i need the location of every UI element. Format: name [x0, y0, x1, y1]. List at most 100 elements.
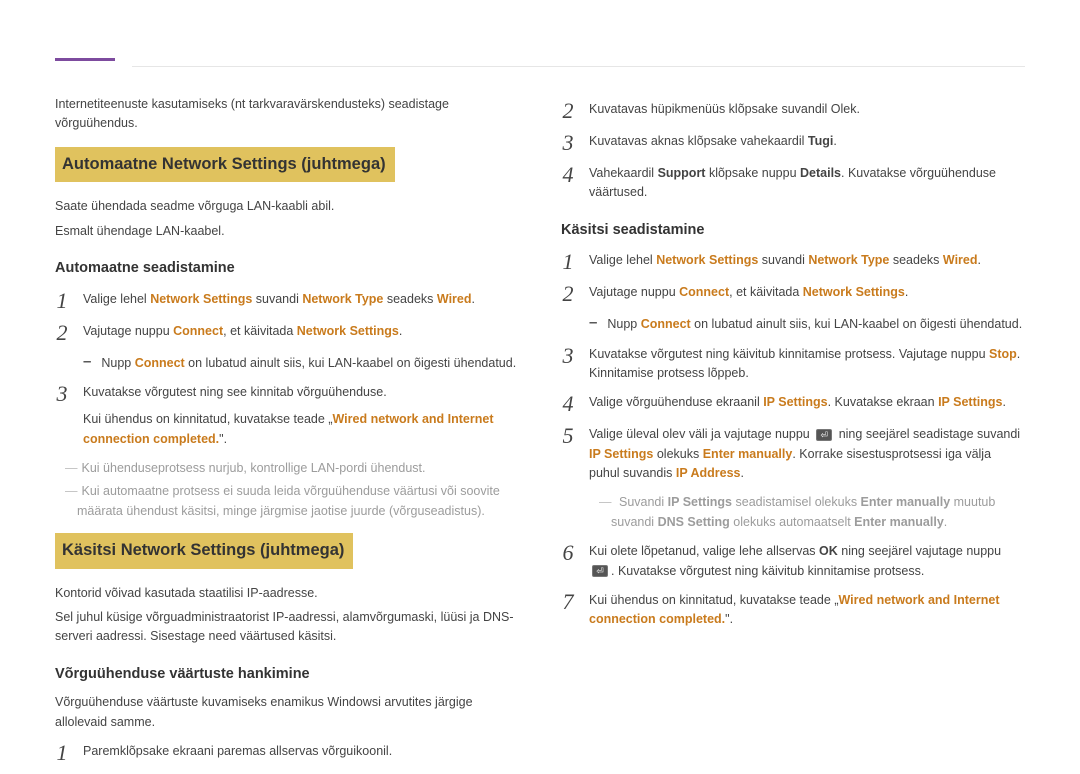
dash-icon: – — [83, 354, 91, 373]
text: Kontorid võivad kasutada staatilisi IP-a… — [55, 584, 519, 603]
t: ". — [219, 432, 227, 446]
left-column: Internetiteenuste kasutamiseks (nt tarkv… — [55, 90, 519, 774]
hl: Wired — [437, 292, 472, 306]
hl: Network Settings — [656, 253, 758, 267]
t: ning seejärel vajutage nuppu — [838, 544, 1001, 558]
hl: Enter manually — [703, 447, 793, 461]
step-body: Valige lehel Network Settings suvandi Ne… — [83, 290, 519, 309]
t: . — [905, 285, 908, 299]
enter-icon: ⏎ — [592, 565, 608, 577]
hl: Network Settings — [803, 285, 905, 299]
step-number: 4 — [561, 393, 575, 415]
hl: Connect — [679, 285, 729, 299]
t: . Kuvatakse võrgutest ning käivitub kinn… — [611, 564, 924, 578]
t: olekuks — [653, 447, 702, 461]
b: IP Settings — [668, 495, 732, 509]
hl: IP Settings — [938, 395, 1002, 409]
t: suvandi — [758, 253, 808, 267]
step-number: 2 — [55, 322, 69, 344]
step-body: Kuvatakse võrgutest ning käivitub kinnit… — [589, 345, 1025, 384]
k-step-5: 5 Valige üleval olev väli ja vajutage nu… — [561, 425, 1025, 483]
step-body: Vahekaardil Support klõpsake nuppu Detai… — [589, 164, 1025, 203]
t: Valige lehel — [589, 253, 656, 267]
t: klõpsake nuppu — [705, 166, 800, 180]
step-number: 3 — [561, 132, 575, 154]
subhead-values: Võrguühenduse väärtuste hankimine — [55, 663, 519, 685]
k-step-1: 1 Valige lehel Network Settings suvandi … — [561, 251, 1025, 273]
t: Nupp — [607, 317, 640, 331]
gray-note: Suvandi IP Settings seadistamisel olekuk… — [589, 493, 1025, 532]
hl: Stop — [989, 347, 1017, 361]
t: . — [472, 292, 475, 306]
header-rule — [132, 66, 1025, 67]
hl: Network Settings — [297, 324, 399, 338]
step-1: 1 Valige lehel Network Settings suvandi … — [55, 290, 519, 312]
text: Sel juhul küsige võrguadministraatorist … — [55, 608, 519, 647]
hl: Connect — [173, 324, 223, 338]
b: Enter manually — [861, 495, 951, 509]
t: Kuvatakse võrgutest ning käivitub kinnit… — [589, 347, 989, 361]
t: suvandi — [252, 292, 302, 306]
gray-note: Kui automaatne protsess ei suuda leida v… — [55, 482, 519, 521]
hl: Connect — [641, 317, 691, 331]
sub-note: – Nupp Connect on lubatud ainult siis, k… — [589, 315, 1025, 334]
step-body: Vajutage nuppu Connect, et käivitada Net… — [83, 322, 519, 341]
t: on lubatud ainult siis, kui LAN-kaabel o… — [691, 317, 1022, 331]
t: Nupp Connect on lubatud ainult siis, kui… — [101, 354, 516, 373]
step-body: Valige võrguühenduse ekraanil IP Setting… — [589, 393, 1025, 412]
step-number: 7 — [561, 591, 575, 613]
step-3: 3 Kuvatakse võrgutest ning see kinnitab … — [55, 383, 519, 449]
step-2: 2 Kuvatavas hüpikmenüüs klõpsake suvandi… — [561, 100, 1025, 122]
document-page: Internetiteenuste kasutamiseks (nt tarkv… — [0, 0, 1080, 763]
t: Valige lehel — [83, 292, 150, 306]
step-body: Kuvatavas aknas klõpsake vahekaardil Tug… — [589, 132, 1025, 151]
section-manual-title: Käsitsi Network Settings (juhtmega) — [55, 533, 353, 569]
t: . — [1002, 395, 1005, 409]
b: DNS Setting — [658, 515, 730, 529]
t: Kuvatakse võrgutest ning see kinnitab võ… — [83, 383, 519, 402]
t: . Kuvatakse ekraan — [828, 395, 938, 409]
header-accent — [55, 58, 115, 61]
step-number: 6 — [561, 542, 575, 564]
step-body: Kui olete lõpetanud, valige lehe allserv… — [589, 542, 1025, 581]
t: . — [741, 466, 744, 480]
t: . — [978, 253, 981, 267]
hl: IP Settings — [763, 395, 827, 409]
k-step-2: 2 Vajutage nuppu Connect, et käivitada N… — [561, 283, 1025, 305]
t: , et käivitada — [223, 324, 297, 338]
t: Nupp — [101, 356, 134, 370]
t: Kuvatavas aknas klõpsake vahekaardil — [589, 134, 808, 148]
step-body: Kuvatavas hüpikmenüüs klõpsake suvandil … — [589, 100, 1025, 119]
hl: Network Type — [302, 292, 383, 306]
step-2: 2 Vajutage nuppu Connect, et käivitada N… — [55, 322, 519, 344]
t: Nupp Connect on lubatud ainult siis, kui… — [607, 315, 1022, 334]
text: Saate ühendada seadme võrguga LAN-kaabli… — [55, 197, 519, 216]
k-step-3: 3 Kuvatakse võrgutest ning käivitub kinn… — [561, 345, 1025, 384]
two-column-layout: Internetiteenuste kasutamiseks (nt tarkv… — [55, 90, 1025, 774]
t: seadeks — [383, 292, 437, 306]
k-step-6: 6 Kui olete lõpetanud, valige lehe allse… — [561, 542, 1025, 581]
right-column: 2 Kuvatavas hüpikmenüüs klõpsake suvandi… — [561, 90, 1025, 774]
step-body: Vajutage nuppu Connect, et käivitada Net… — [589, 283, 1025, 302]
gray-note: Kui ühenduseprotsess nurjub, kontrollige… — [55, 459, 519, 478]
k-step-7: 7 Kui ühendus on kinnitatud, kuvatakse t… — [561, 591, 1025, 630]
t: Kui ühendus on kinnitatud, kuvatakse tea… — [83, 410, 519, 449]
step-number: 3 — [561, 345, 575, 367]
b: Support — [658, 166, 706, 180]
sub-note: – Nupp Connect on lubatud ainult siis, k… — [83, 354, 519, 373]
step-number: 1 — [55, 290, 69, 312]
step-body: Kuvatakse võrgutest ning see kinnitab võ… — [83, 383, 519, 449]
intro-text: Internetiteenuste kasutamiseks (nt tarkv… — [55, 95, 519, 134]
t: Kui ühendus on kinnitatud, kuvatakse tea… — [589, 593, 838, 607]
text: Esmalt ühendage LAN-kaabel. — [55, 222, 519, 241]
hl: IP Address — [676, 466, 741, 480]
b: OK — [819, 544, 838, 558]
t: Kui ühendus on kinnitatud, kuvatakse tea… — [83, 412, 332, 426]
step-number: 1 — [55, 742, 69, 764]
section-auto-title: Automaatne Network Settings (juhtmega) — [55, 147, 395, 183]
step-number: 3 — [55, 383, 69, 405]
t: seadeks — [889, 253, 943, 267]
step-number: 5 — [561, 425, 575, 447]
step-body: Kui ühendus on kinnitatud, kuvatakse tea… — [589, 591, 1025, 630]
step-body: Valige üleval olev väli ja vajutage nupp… — [589, 425, 1025, 483]
